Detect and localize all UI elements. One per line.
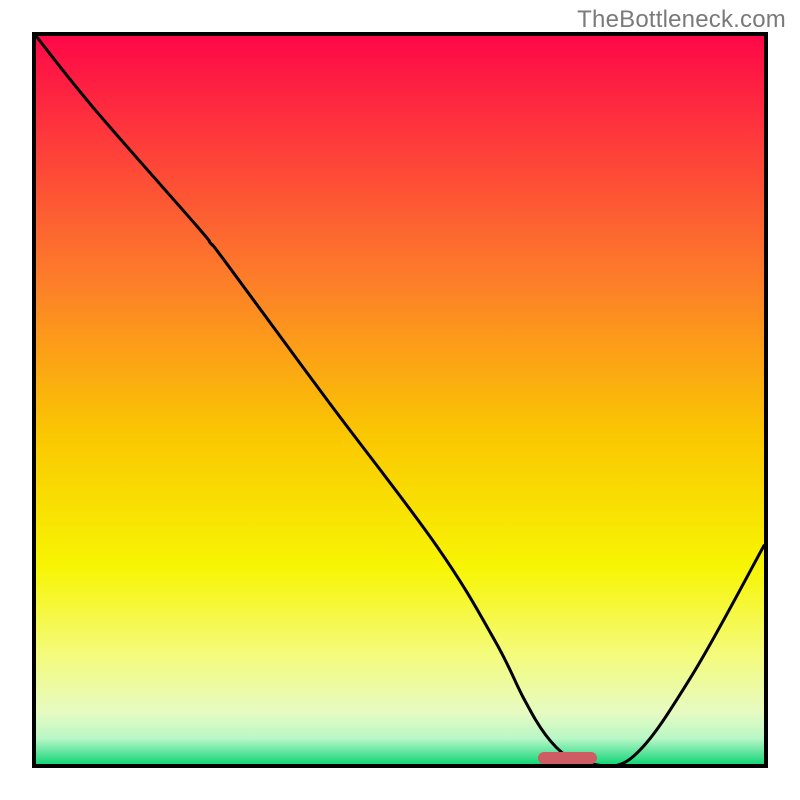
chart-container: TheBottleneck.com bbox=[0, 0, 800, 800]
ideal-range-bar bbox=[538, 752, 596, 764]
plot-area bbox=[32, 32, 768, 768]
watermark-text: TheBottleneck.com bbox=[577, 6, 786, 34]
bottleneck-curve bbox=[36, 36, 764, 764]
